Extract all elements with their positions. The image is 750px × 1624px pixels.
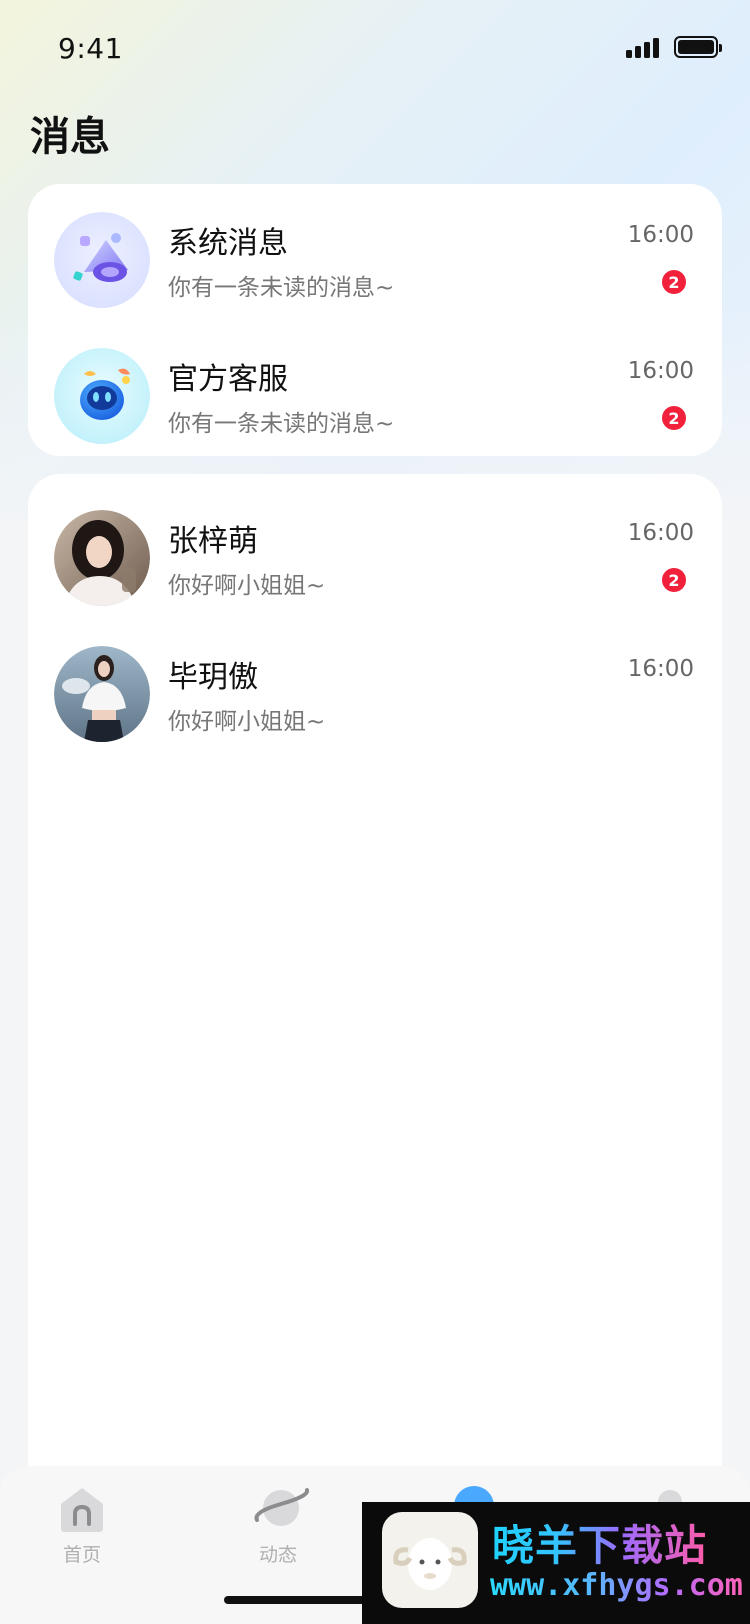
unread-badge: 2	[662, 270, 686, 294]
conversation-name: 毕玥傲	[168, 660, 258, 695]
tab-label: 动态	[258, 1544, 297, 1566]
unread-badge: 2	[662, 568, 686, 592]
conversation-name: 官方客服	[168, 362, 288, 397]
cellular-signal-icon	[626, 38, 662, 58]
conversation-time: 16:00	[627, 222, 694, 248]
status-time: 9:41	[58, 32, 123, 65]
unread-badge: 2	[662, 406, 686, 430]
battery-icon	[674, 36, 722, 58]
user-conversations-card: 张梓萌 你好啊小姐姐~ 16:00 2 毕玥傲 你好啊小姐姐~ 16:00	[28, 474, 722, 1624]
conversation-row-user[interactable]: 毕玥傲 你好啊小姐姐~ 16:00	[28, 626, 722, 756]
home-indicator	[224, 1596, 374, 1604]
conversation-preview: 你有一条未读的消息~	[168, 275, 395, 301]
tab-feed[interactable]: 动态	[228, 1484, 328, 1574]
conversation-preview: 你好啊小姐姐~	[168, 709, 326, 735]
tab-label: 首页	[62, 1544, 101, 1566]
watermark-title: 晓羊下载站	[492, 1512, 707, 1573]
robot-support-icon	[54, 348, 150, 444]
page-title: 消息	[30, 114, 110, 160]
planet-icon	[253, 1484, 310, 1534]
bell-megaphone-icon	[54, 212, 150, 308]
conversation-preview: 你好啊小姐姐~	[168, 573, 326, 599]
conversation-name: 张梓萌	[168, 524, 258, 559]
home-icon	[57, 1484, 107, 1534]
conversation-time: 16:00	[627, 358, 694, 384]
watermark-banner: 晓羊下载站 www.xfhygs.com	[362, 1502, 750, 1624]
conversation-row-user[interactable]: 张梓萌 你好啊小姐姐~ 16:00 2	[28, 490, 722, 620]
conversation-time: 16:00	[627, 656, 694, 682]
conversation-time: 16:00	[627, 520, 694, 546]
avatar	[54, 510, 150, 606]
conversation-row-system[interactable]: 系统消息 你有一条未读的消息~ 16:00 2	[28, 192, 722, 322]
avatar	[54, 646, 150, 742]
tab-home[interactable]: 首页	[32, 1484, 132, 1574]
watermark-url: www.xfhygs.com	[490, 1568, 743, 1603]
conversation-name: 系统消息	[168, 226, 288, 261]
conversation-preview: 你有一条未读的消息~	[168, 411, 395, 437]
official-conversations-card: 系统消息 你有一条未读的消息~ 16:00 2 官方客服 你有一条未读的消息~ …	[28, 184, 722, 456]
sheep-logo-icon	[382, 1512, 478, 1608]
conversation-row-support[interactable]: 官方客服 你有一条未读的消息~ 16:00 2	[28, 328, 722, 458]
